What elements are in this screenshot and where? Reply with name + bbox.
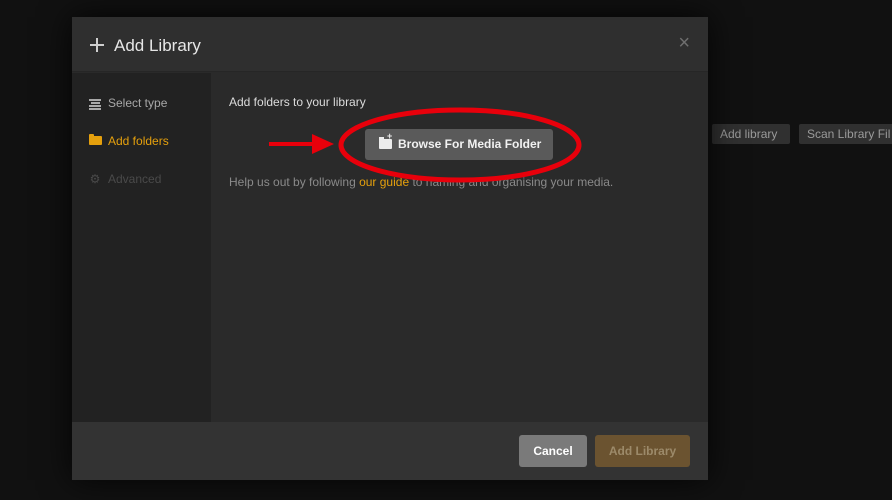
folder-icon — [88, 131, 102, 151]
cancel-button[interactable]: Cancel — [519, 435, 587, 467]
sidebar-item-label: Select type — [108, 96, 168, 110]
help-suffix: to naming and organising your media. — [409, 175, 614, 189]
list-icon — [88, 93, 102, 113]
sidebar-item-select-type[interactable]: Select type — [88, 93, 208, 113]
background-scan-library-button[interactable]: Scan Library Fil — [799, 124, 892, 144]
wizard-sidebar: Select type Add folders ⚙ Advanced — [72, 73, 211, 422]
guide-link[interactable]: our guide — [359, 175, 409, 189]
sidebar-item-label: Add folders — [108, 134, 169, 148]
add-library-modal: Add Library × Select type Add folders ⚙ A… — [72, 17, 708, 480]
sidebar-item-label: Advanced — [108, 172, 162, 186]
help-text: Help us out by following our guide to na… — [229, 175, 689, 189]
plus-icon — [90, 38, 104, 52]
modal-footer: Cancel Add Library — [72, 422, 708, 480]
browse-media-folder-button[interactable]: Browse For Media Folder — [365, 129, 553, 160]
folder-add-icon — [379, 132, 392, 149]
section-heading: Add folders to your library — [229, 95, 366, 109]
sidebar-item-advanced: ⚙ Advanced — [88, 169, 208, 189]
help-prefix: Help us out by following — [229, 175, 360, 189]
background-add-library-button[interactable]: Add library — [712, 124, 790, 144]
browse-button-label: Browse For Media Folder — [398, 137, 542, 151]
add-library-button: Add Library — [595, 435, 690, 467]
gear-icon: ⚙ — [89, 172, 101, 186]
sidebar-item-add-folders[interactable]: Add folders — [88, 131, 208, 151]
modal-title: Add Library — [114, 36, 201, 55]
close-icon[interactable]: × — [678, 33, 690, 53]
modal-header: Add Library × — [72, 17, 708, 72]
